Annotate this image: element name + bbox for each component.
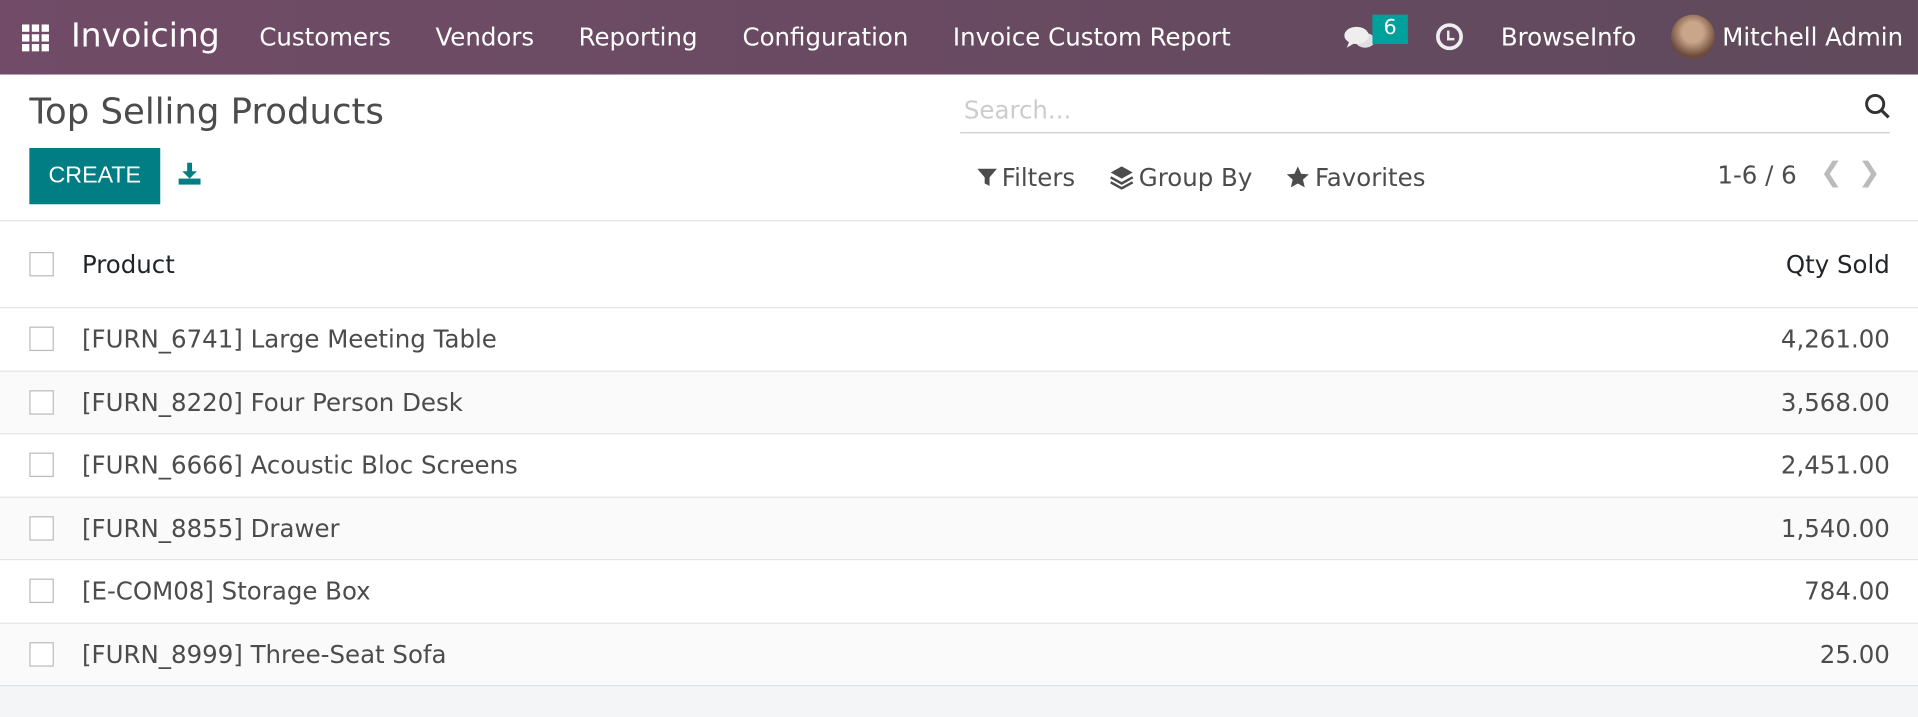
group-by-label: Group By [1138,162,1253,193]
pager-previous-icon[interactable]: ❮ [1820,158,1843,189]
qty-sold: 1,540.00 [1780,513,1890,543]
qty-sold: 3,568.00 [1780,387,1890,417]
user-menu[interactable]: Mitchell Admin [1722,22,1903,51]
menu-customers[interactable]: Customers [259,22,391,51]
user-avatar[interactable] [1670,14,1715,59]
search-icon[interactable] [1864,93,1891,120]
menu-invoice-custom-report[interactable]: Invoice Custom Report [953,22,1231,51]
pager-next-icon[interactable]: ❯ [1858,158,1881,189]
layers-icon [1110,166,1134,190]
select-all-checkbox[interactable] [29,251,54,277]
menu-configuration[interactable]: Configuration [742,22,908,51]
qty-sold: 784.00 [1804,576,1890,606]
row-checkbox[interactable] [29,326,54,352]
row-checkbox[interactable] [29,578,54,604]
search-input[interactable] [960,86,1890,134]
star-icon [1286,166,1309,188]
table-header: Product Qty Sold [0,221,1918,307]
qty-sold: 4,261.00 [1780,324,1890,354]
product-name: [FURN_8855] Drawer [81,513,340,543]
page-title: Top Selling Products [29,90,384,133]
column-qty-sold[interactable]: Qty Sold [1786,250,1890,279]
product-name: [E-COM08] Storage Box [81,576,371,606]
app-name[interactable]: Invoicing [71,17,220,55]
apps-menu-icon[interactable] [22,24,49,52]
table-row[interactable]: [FURN_8220] Four Person Desk 3,568.00 [0,370,1918,434]
qty-sold: 2,451.00 [1780,450,1890,480]
product-name: [FURN_8220] Four Person Desk [81,387,463,417]
row-checkbox[interactable] [29,641,54,667]
row-checkbox[interactable] [29,452,54,478]
filters-label: Filters [1001,162,1076,193]
top-navbar: Invoicing Customers Vendors Reporting Co… [0,0,1918,75]
menu-reporting[interactable]: Reporting [579,22,698,51]
table-row[interactable]: [FURN_6666] Acoustic Bloc Screens 2,451.0… [0,433,1918,496]
messages-icon[interactable] [1344,24,1376,51]
table-row[interactable]: [E-COM08] Storage Box 784.00 [0,559,1918,622]
favorites-label: Favorites [1314,162,1426,193]
filter-icon [977,168,997,186]
product-name: [FURN_6741] Large Meeting Table [81,324,497,354]
pager-value[interactable]: 1-6 / 6 [1717,160,1796,189]
message-count-badge: 6 [1372,14,1408,45]
activity-clock-icon[interactable] [1436,23,1463,51]
product-name: [FURN_8999] Three-Seat Sofa [81,639,447,669]
filters-button[interactable]: Filters [977,163,1075,192]
qty-sold: 25.00 [1819,639,1890,669]
table-row[interactable]: [FURN_8999] Three-Seat Sofa 25.00 [0,621,1918,685]
table-row[interactable]: [FURN_6741] Large Meeting Table 4,261.00 [0,307,1918,370]
create-button[interactable]: CREATE [29,148,161,205]
download-icon[interactable] [178,162,201,185]
control-panel: Top Selling Products CREATE Filters Grou… [0,74,1918,222]
product-name: [FURN_6666] Acoustic Bloc Screens [81,450,518,480]
row-checkbox[interactable] [29,515,54,541]
row-checkbox[interactable] [29,389,54,415]
column-product[interactable]: Product [82,250,175,279]
group-by-button[interactable]: Group By [1109,163,1252,192]
table-row[interactable]: [FURN_8855] Drawer 1,540.00 [0,496,1918,560]
menu-vendors[interactable]: Vendors [435,22,534,51]
company-switcher[interactable]: BrowseInfo [1501,22,1636,51]
products-table: Product Qty Sold [FURN_6741] Large Meeti… [0,221,1918,687]
favorites-button[interactable]: Favorites [1286,162,1426,193]
